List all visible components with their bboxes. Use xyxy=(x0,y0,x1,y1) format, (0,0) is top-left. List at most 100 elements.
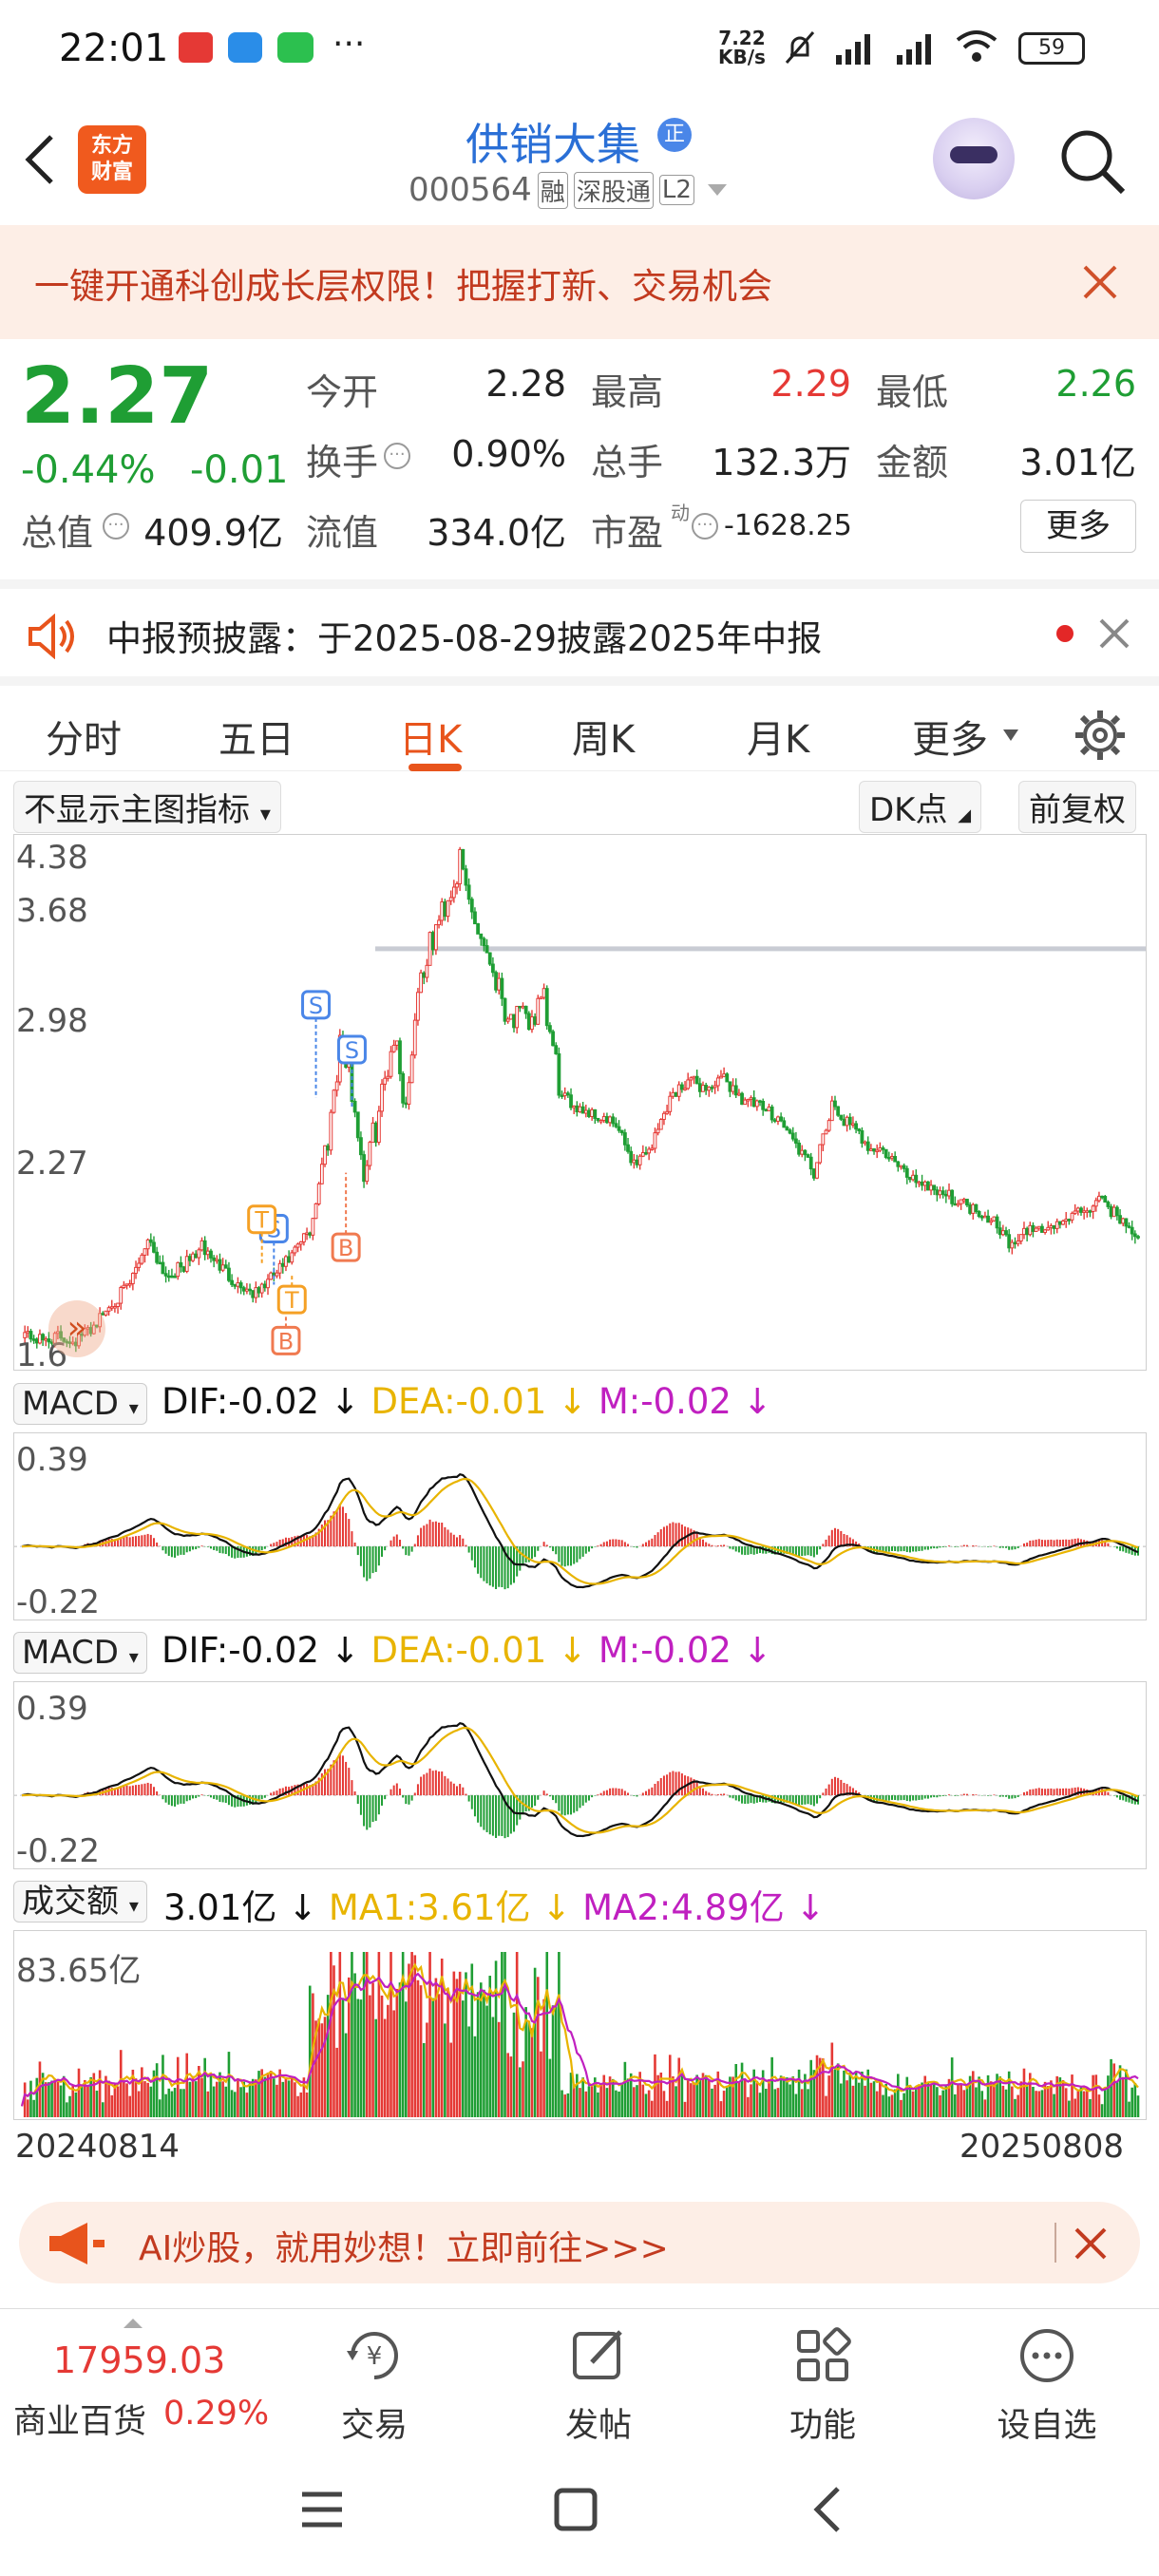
add-watchlist-button[interactable]: 设自选 xyxy=(980,2324,1113,2447)
volume-bar xyxy=(662,2091,666,2117)
dropdown-icon: ▾ xyxy=(259,803,271,826)
volume-bar xyxy=(164,2093,167,2117)
volume-bar xyxy=(827,2075,830,2117)
more-button[interactable]: 更多 xyxy=(1020,500,1136,553)
candle-body xyxy=(503,997,507,1022)
tab-daily-k[interactable]: 日K xyxy=(399,709,462,764)
volume-panel[interactable]: 83.65亿 xyxy=(13,1930,1147,2120)
volume-bar xyxy=(734,2063,738,2117)
candlestick-panel[interactable]: SSSBBTT 4.38 3.68 2.98 2.27 1.6 » xyxy=(13,834,1147,1374)
candle-body xyxy=(590,1108,595,1117)
candle-body xyxy=(637,1155,642,1165)
volume-bar xyxy=(1068,2100,1071,2117)
trade-icon: ¥ xyxy=(347,2332,398,2379)
info-icon[interactable]: ··· xyxy=(103,513,129,540)
indicator-select-1[interactable]: MACD ▾ xyxy=(13,1383,147,1425)
volume-indicator-select[interactable]: 成交额 ▾ xyxy=(13,1881,147,1923)
volume-bar xyxy=(1004,2089,1008,2117)
volume-bar xyxy=(965,2087,969,2117)
candle-body xyxy=(220,1264,225,1271)
candle-body xyxy=(1073,1210,1077,1214)
volume-bar xyxy=(344,2033,348,2117)
candle-body xyxy=(692,1075,696,1079)
candle-body xyxy=(295,1243,300,1248)
tab-five-day[interactable]: 五日 xyxy=(218,709,294,764)
info-icon[interactable]: ··· xyxy=(384,443,410,469)
functions-button[interactable]: 功能 xyxy=(756,2324,889,2447)
candle-body xyxy=(995,1216,999,1229)
volume-bar xyxy=(708,2079,711,2117)
stock-code-row[interactable]: 000564 融 深股通 L2 xyxy=(408,171,731,209)
collapse-sidebar-button[interactable]: » xyxy=(48,1300,105,1357)
close-icon[interactable] xyxy=(1074,2226,1108,2261)
tab-weekly-k[interactable]: 周K xyxy=(572,709,635,764)
volume-bar xyxy=(740,2062,744,2117)
candle-body xyxy=(119,1286,124,1304)
volume-bar xyxy=(857,2082,861,2117)
candle-body xyxy=(644,1151,648,1155)
dk-point-button[interactable]: DK点 ◢ xyxy=(859,781,982,833)
tab-monthly-k[interactable]: 月K xyxy=(747,709,809,764)
candle-body xyxy=(275,1272,279,1277)
volume-bar xyxy=(641,2084,645,2117)
candle-body xyxy=(790,1132,795,1140)
turnover-label: 换手 xyxy=(306,442,379,483)
macd-panel-1[interactable]: 0.39 -0.22 xyxy=(13,1432,1147,1621)
candle-body xyxy=(1112,1206,1116,1218)
indicator-select-2[interactable]: MACD ▾ xyxy=(13,1632,147,1674)
candle-body xyxy=(1091,1205,1095,1212)
notice-bar[interactable]: 中报预披露：于2025-08-29披露2025年中报 xyxy=(0,579,1159,674)
candle-body xyxy=(824,1129,828,1135)
info-icon[interactable]: ··· xyxy=(692,513,718,540)
app-logo[interactable]: 东方 财富 xyxy=(78,125,146,194)
candle-body xyxy=(389,1051,393,1077)
back-icon[interactable] xyxy=(21,131,59,188)
volume-bar xyxy=(839,2083,843,2117)
candle-body xyxy=(521,1005,525,1009)
candle-body xyxy=(904,1167,909,1178)
trade-button[interactable]: ¥ 交易 xyxy=(308,2324,441,2447)
volume-bar xyxy=(1032,2087,1035,2117)
candle-body xyxy=(238,1282,243,1289)
volume-bar xyxy=(473,2036,477,2117)
notification-app-icon xyxy=(228,32,262,63)
volume-bar xyxy=(356,1998,360,2117)
candle-body xyxy=(482,938,486,947)
volume-bar xyxy=(437,1994,441,2117)
close-icon[interactable] xyxy=(1081,263,1119,301)
volume-bar xyxy=(822,2058,825,2117)
volume-bar xyxy=(846,2080,848,2117)
menu-icon[interactable] xyxy=(300,2491,344,2529)
dif-line xyxy=(21,1721,1139,1838)
tab-more[interactable]: 更多 xyxy=(912,709,988,764)
candle-body xyxy=(124,1283,129,1286)
robot-avatar-icon[interactable] xyxy=(933,118,1015,199)
volume-bar xyxy=(467,2026,470,2117)
volume-bar xyxy=(1053,2093,1055,2117)
adjust-button[interactable]: 前复权 xyxy=(1018,781,1136,833)
market-cap-value: 409.9亿 xyxy=(143,512,283,554)
status-time: 22:01 xyxy=(59,27,169,70)
close-icon[interactable] xyxy=(1098,617,1130,650)
volume-bar xyxy=(351,1952,353,2117)
back-nav-icon[interactable] xyxy=(809,2485,844,2534)
volume-bar xyxy=(230,2090,234,2117)
candle-body xyxy=(884,1148,888,1158)
settings-gear-icon[interactable] xyxy=(1074,709,1127,762)
candle-body xyxy=(622,1132,627,1146)
volume-bar xyxy=(1064,2088,1068,2117)
promo-banner[interactable]: 一键开通科创成长层权限！把握打新、交易机会 xyxy=(0,225,1159,339)
search-icon[interactable] xyxy=(1056,125,1129,198)
volume-bar xyxy=(809,2059,813,2117)
macd-panel-2[interactable]: 0.39 -0.22 xyxy=(13,1681,1147,1870)
tab-intraday[interactable]: 分时 xyxy=(46,709,122,764)
volume-bar xyxy=(929,2085,933,2117)
candle-body xyxy=(920,1181,924,1186)
main-indicator-select[interactable]: 不显示主图指标 ▾ xyxy=(13,781,281,833)
home-icon[interactable] xyxy=(553,2487,598,2532)
ai-promo-bar[interactable]: AI炒股，就用妙想！立即前往>>> xyxy=(19,2202,1140,2283)
volume-bar xyxy=(611,2078,615,2117)
float-cap-label: 流值 xyxy=(306,512,379,554)
post-button[interactable]: 发帖 xyxy=(532,2324,665,2447)
y-axis-tick: 83.65亿 xyxy=(16,1952,142,1990)
